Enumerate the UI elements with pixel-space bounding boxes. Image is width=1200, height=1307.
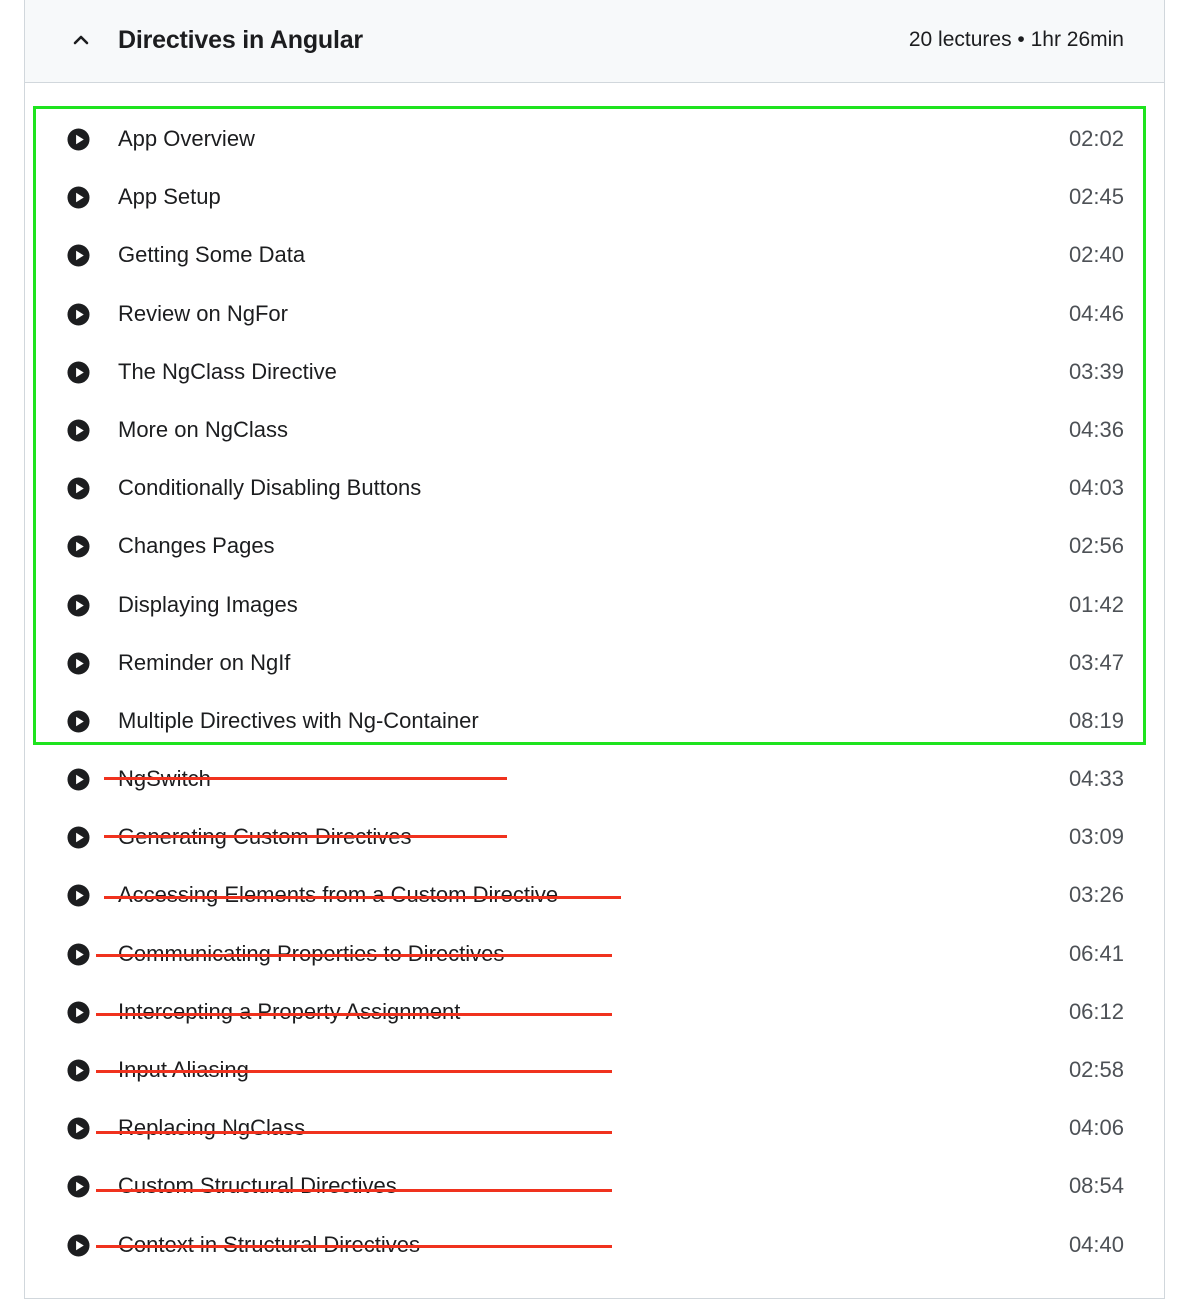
lecture-title: Getting Some Data: [118, 242, 306, 268]
lecture-title: Review on NgFor: [118, 300, 288, 326]
play-circle-icon: [67, 477, 90, 500]
chevron-up-icon: [73, 35, 89, 45]
play-circle-icon: [67, 768, 90, 791]
lecture-title: Intercepting a Property Assignment: [118, 998, 461, 1024]
play-circle-icon: [67, 244, 90, 267]
play-circle-icon: [67, 652, 90, 675]
lecture-item[interactable]: Getting Some Data 02:40: [25, 226, 1164, 284]
lecture-item[interactable]: Conditionally Disabling Buttons 04:03: [25, 459, 1164, 517]
lecture-title: Displaying Images: [118, 591, 298, 617]
lecture-title: Custom Structural Directives: [118, 1173, 397, 1199]
play-circle-icon: [67, 1117, 90, 1140]
curriculum-section: Directives in Angular 20 lectures • 1hr …: [24, 0, 1165, 1299]
lecture-duration: 02:45: [1068, 184, 1124, 210]
lecture-item[interactable]: Review on NgFor 04:46: [25, 285, 1164, 343]
play-circle-icon: [67, 1001, 90, 1024]
play-circle-icon: [67, 535, 90, 558]
lecture-duration: 04:06: [1068, 1115, 1124, 1141]
play-circle-icon: [67, 419, 90, 442]
lecture-item[interactable]: Generating Custom Directives 03:09: [25, 808, 1164, 866]
lecture-title: Conditionally Disabling Buttons: [118, 475, 422, 501]
lecture-duration: 06:12: [1068, 998, 1124, 1024]
play-circle-icon: [67, 1175, 90, 1198]
lecture-item[interactable]: Multiple Directives with Ng-Container 08:…: [25, 692, 1164, 750]
lecture-item[interactable]: App Overview 02:02: [25, 110, 1164, 168]
lecture-duration: 08:19: [1068, 707, 1124, 733]
lecture-title: Reminder on NgIf: [118, 649, 291, 675]
lecture-duration: 04:46: [1068, 300, 1124, 326]
lecture-item[interactable]: Displaying Images 01:42: [25, 576, 1164, 634]
lecture-duration: 03:39: [1068, 358, 1124, 384]
section-meta: 20 lectures • 1hr 26min: [908, 28, 1124, 51]
lecture-title: Input Aliasing: [118, 1057, 249, 1082]
lecture-duration: 03:26: [1068, 882, 1124, 908]
lecture-title: App Overview: [118, 126, 255, 151]
lecture-list: App Overview 02:02 App Setup 02:45 Getting S…: [25, 110, 1164, 1274]
lecture-title: Communicating Properties to Directives: [118, 940, 505, 966]
lecture-title: App Setup: [118, 184, 221, 210]
play-circle-icon: [67, 710, 90, 733]
play-circle-icon: [67, 943, 90, 966]
play-circle-icon: [67, 128, 90, 151]
lecture-item[interactable]: Custom Structural Directives 08:54: [25, 1157, 1164, 1215]
lecture-duration: 04:33: [1068, 766, 1124, 792]
lecture-duration: 03:09: [1068, 824, 1124, 850]
lecture-title: Accessing Elements from a Custom Directi…: [118, 882, 559, 908]
play-circle-icon: [67, 303, 90, 326]
play-circle-icon: [67, 884, 90, 907]
lecture-title: Context in Structural Directives: [118, 1231, 420, 1257]
lecture-title: Generating Custom Directives: [118, 824, 412, 850]
lecture-duration: 04:40: [1068, 1231, 1124, 1257]
lecture-item[interactable]: NgSwitch 04:33: [25, 750, 1164, 808]
lecture-duration: 01:42: [1068, 591, 1124, 617]
section-header[interactable]: Directives in Angular 20 lectures • 1hr …: [25, 0, 1164, 83]
lecture-item[interactable]: Communicating Properties to Directives 06…: [25, 925, 1164, 983]
lecture-duration: 06:41: [1068, 940, 1124, 966]
lecture-duration: 02:40: [1068, 242, 1124, 268]
lecture-duration: 04:36: [1068, 416, 1124, 442]
lecture-item[interactable]: Intercepting a Property Assignment 06:12: [25, 983, 1164, 1041]
lecture-title: Changes Pages: [118, 533, 275, 559]
lecture-title: NgSwitch: [118, 766, 211, 792]
lecture-item[interactable]: Accessing Elements from a Custom Directi…: [25, 866, 1164, 924]
lecture-item[interactable]: App Setup 02:45: [25, 168, 1164, 226]
lecture-duration: 02:56: [1068, 533, 1124, 559]
play-circle-icon: [67, 826, 90, 849]
lecture-item[interactable]: More on NgClass 04:36: [25, 401, 1164, 459]
lecture-title: The NgClass Directive: [118, 358, 337, 384]
lecture-duration: 03:47: [1068, 649, 1124, 675]
lecture-duration: 08:54: [1068, 1173, 1124, 1199]
play-circle-icon: [67, 1059, 90, 1082]
lecture-title: Replacing NgClass: [118, 1115, 306, 1141]
lecture-item[interactable]: The NgClass Directive 03:39: [25, 343, 1164, 401]
play-circle-icon: [67, 1234, 90, 1257]
lecture-item[interactable]: Context in Structural Directives 04:40: [25, 1216, 1164, 1274]
lecture-item[interactable]: Replacing NgClass 04:06: [25, 1099, 1164, 1157]
lecture-item[interactable]: Input Aliasing 02:58: [25, 1041, 1164, 1099]
play-circle-icon: [67, 593, 90, 617]
play-circle-icon: [67, 361, 90, 384]
lecture-item[interactable]: Changes Pages 02:56: [25, 517, 1164, 575]
lecture-item[interactable]: Reminder on NgIf 03:47: [25, 634, 1164, 692]
lecture-duration: 02:58: [1068, 1057, 1124, 1082]
lecture-duration: 02:02: [1068, 126, 1124, 151]
lecture-title: Multiple Directives with Ng-Container: [118, 707, 479, 733]
section-title: Directives in Angular: [118, 26, 363, 54]
play-circle-icon: [67, 186, 90, 209]
lecture-duration: 04:03: [1068, 475, 1124, 501]
lecture-title: More on NgClass: [118, 416, 288, 442]
